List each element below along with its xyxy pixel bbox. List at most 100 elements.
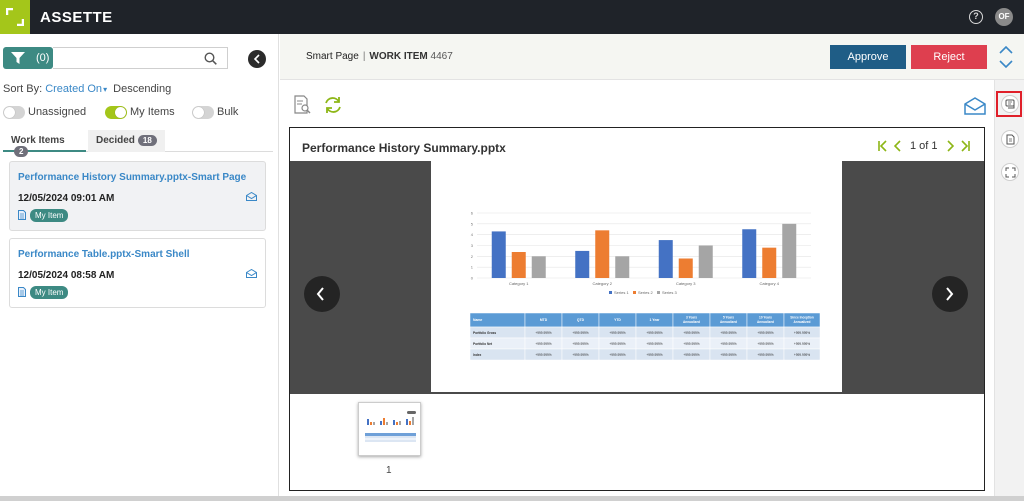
tab-label: Work Items xyxy=(11,135,65,146)
count-badge: 18 xyxy=(137,135,157,146)
sort-field-dropdown[interactable]: Created On xyxy=(45,83,102,95)
legend-swatch xyxy=(633,291,636,294)
table-header-text: Annualized xyxy=(720,320,737,324)
slide-thumbnail[interactable] xyxy=(358,402,421,456)
table-cell-text: +999.999% xyxy=(535,342,551,346)
envelope-open-icon[interactable] xyxy=(964,97,986,115)
table-header-text: Annualized xyxy=(793,320,810,324)
document-icon xyxy=(18,287,26,297)
expand-icon xyxy=(1005,167,1016,178)
table-header-text: Since Inception xyxy=(790,316,814,320)
logo-mark-icon xyxy=(6,8,24,26)
table-header-text: YTD xyxy=(614,318,621,322)
refresh-icon[interactable] xyxy=(323,95,343,115)
x-tick-label: Category 4 xyxy=(759,281,779,286)
table-cell-text: +999.999% xyxy=(794,342,810,346)
table-cell-text: +999.999% xyxy=(609,342,625,346)
table-cell-text: Portfolio Gross xyxy=(473,331,496,335)
table-cell-text: +999.999% xyxy=(646,353,662,357)
table-cell-text: +999.999% xyxy=(720,353,736,357)
tabs: Work Items2 Decided 18 xyxy=(3,130,273,157)
logo[interactable] xyxy=(0,0,30,34)
table-header-text: Name xyxy=(473,318,482,322)
work-item-label: WORK ITEM xyxy=(369,51,428,62)
status-badge: My Item xyxy=(30,209,69,222)
help-icon[interactable]: ? xyxy=(969,10,983,24)
document-toolbar xyxy=(280,80,994,126)
slide-content: 0 1 2 3 4 5 6 Category 1 Category 2 Category 3 Cat… xyxy=(469,211,821,361)
table-header-text: 1 Year xyxy=(650,318,661,322)
envelope-open-icon[interactable] xyxy=(246,192,257,201)
breadcrumb: Smart Page | WORK ITEM 4467 xyxy=(306,51,453,62)
bar xyxy=(615,256,630,278)
thumbnail-page-number: 1 xyxy=(386,465,392,476)
table-cell-text: +999.999% xyxy=(535,353,551,357)
next-page-icon[interactable] xyxy=(946,140,954,152)
next-slide-button[interactable] xyxy=(932,276,968,312)
table-cell-text: +999.999% xyxy=(646,342,662,346)
table-cell-text: +999.999% xyxy=(794,353,810,357)
list-item[interactable]: Performance History Summary.pptx-Smart P… xyxy=(9,161,266,231)
right-rail xyxy=(994,80,1024,496)
toggle-label: Unassigned xyxy=(28,106,87,118)
previous-slide-button[interactable] xyxy=(304,276,340,312)
y-tick-label: 6 xyxy=(471,211,474,216)
table-cell-text: +999.999% xyxy=(794,331,810,335)
bottom-scrollbar[interactable] xyxy=(0,496,1024,501)
approve-button[interactable]: Approve xyxy=(830,45,906,69)
chevron-down-icon[interactable]: ▾ xyxy=(103,85,107,94)
filter-count: (0) xyxy=(36,52,50,64)
envelope-open-icon[interactable] xyxy=(246,269,257,278)
breadcrumb-separator: | xyxy=(362,51,366,62)
bar xyxy=(762,247,777,278)
tab-work-items[interactable]: Work Items2 xyxy=(3,130,86,157)
expand-button[interactable] xyxy=(1001,163,1019,181)
item-date: 12/05/2024 09:01 AM xyxy=(18,193,115,204)
table-header-text: 10 Years xyxy=(759,316,772,320)
toggle-label: My Items xyxy=(130,106,175,118)
x-tick-label: Category 3 xyxy=(676,281,696,286)
table-header-text: MTD xyxy=(540,318,548,322)
table-cell-text: +999.999% xyxy=(720,342,736,346)
table-cell-text: +999.999% xyxy=(535,331,551,335)
table-cell-text: +999.999% xyxy=(572,331,588,335)
legend-label: Series 2 xyxy=(638,290,653,295)
collapse-panel-button[interactable] xyxy=(248,50,266,68)
chevron-down-icon[interactable] xyxy=(999,60,1013,68)
tab-decided[interactable]: Decided 18 xyxy=(88,130,165,152)
bar xyxy=(698,245,713,278)
table-cell-text: +999.999% xyxy=(609,331,625,335)
document-viewer: Performance History Summary.pptx 1 of 1 … xyxy=(289,127,985,491)
filter-button[interactable]: (0) xyxy=(3,47,53,69)
status-badge: My Item xyxy=(30,286,69,299)
item-title[interactable]: Performance Table.pptx-Smart Shell xyxy=(18,249,190,260)
legend-swatch xyxy=(609,291,612,294)
table-cell-text: +999.999% xyxy=(757,331,773,335)
reject-button[interactable]: Reject xyxy=(911,45,987,69)
bar xyxy=(595,230,610,278)
previous-page-icon[interactable] xyxy=(894,140,902,152)
last-page-icon[interactable] xyxy=(960,140,970,152)
bar xyxy=(742,229,757,278)
y-tick-label: 3 xyxy=(471,243,474,248)
find-in-document-icon[interactable] xyxy=(293,95,313,115)
search-input[interactable] xyxy=(57,48,197,68)
list-item[interactable]: Performance Table.pptx-Smart Shell 12/05… xyxy=(9,238,266,308)
search-icon[interactable] xyxy=(204,52,217,65)
table-header-text: 5 Years xyxy=(723,316,734,320)
page-type: Smart Page xyxy=(306,51,359,62)
bar xyxy=(531,256,546,278)
avatar[interactable]: OF xyxy=(995,8,1013,26)
table-header-text: Annualized xyxy=(757,320,774,324)
attachment-button[interactable] xyxy=(1001,130,1019,148)
table-cell-text: +999.999% xyxy=(683,353,699,357)
item-title[interactable]: Performance History Summary.pptx-Smart P… xyxy=(18,172,246,183)
comments-button[interactable] xyxy=(1001,95,1019,113)
first-page-icon[interactable] xyxy=(878,140,888,152)
y-tick-label: 0 xyxy=(471,276,474,281)
sort-row: Sort By: Created On▾ Descending xyxy=(3,83,171,95)
chevron-up-icon[interactable] xyxy=(999,46,1013,54)
sort-order[interactable]: Descending xyxy=(113,83,171,95)
table-cell-text: +999.999% xyxy=(683,342,699,346)
comment-icon xyxy=(1005,99,1015,109)
